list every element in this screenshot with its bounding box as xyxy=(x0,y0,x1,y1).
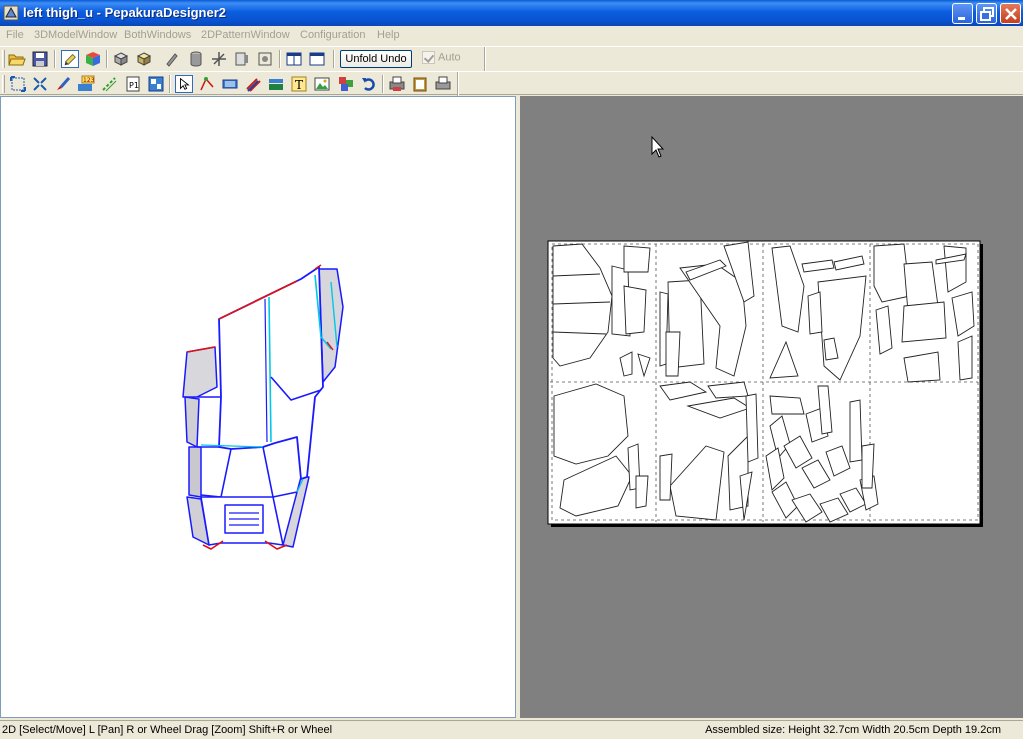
image-icon[interactable] xyxy=(313,75,331,93)
thigh-armor-model[interactable] xyxy=(182,264,344,550)
toolbar-separator xyxy=(333,50,335,68)
toolbar-separator xyxy=(106,50,108,68)
cube-shade-icon[interactable] xyxy=(135,50,153,68)
menu-help[interactable]: Help xyxy=(377,29,400,41)
fit-icon[interactable] xyxy=(9,75,27,93)
printer-icon[interactable] xyxy=(434,75,452,93)
unfold-undo-button[interactable]: Unfold Undo xyxy=(340,50,412,68)
axis-icon[interactable] xyxy=(210,50,228,68)
window-split-icon[interactable] xyxy=(308,50,326,68)
svg-text:P1: P1 xyxy=(129,81,139,90)
3d-model-view[interactable] xyxy=(0,96,516,718)
status-hint: 2D [Select/Move] L [Pan] R or Wheel Drag… xyxy=(2,724,333,736)
cube-flat-icon[interactable] xyxy=(112,50,130,68)
open-icon[interactable] xyxy=(8,50,26,68)
toolbar-separator xyxy=(169,75,171,93)
menu-file[interactable]: File xyxy=(6,29,24,41)
layout-icon[interactable] xyxy=(147,75,165,93)
brush-icon[interactable] xyxy=(54,75,72,93)
pattern-toolbar: 123 P1 T xyxy=(0,71,1023,96)
svg-text:T: T xyxy=(295,78,303,92)
clipboard-icon[interactable] xyxy=(411,75,429,93)
color-cube-icon[interactable] xyxy=(84,50,102,68)
zoom-area-icon[interactable] xyxy=(31,75,49,93)
pepakura-window: left thigh_u - PepakuraDesigner2 File 3D… xyxy=(0,0,1023,739)
number-icon[interactable]: 123 xyxy=(77,75,95,93)
close-button[interactable] xyxy=(1000,3,1021,24)
pepakura-app-icon xyxy=(3,5,19,21)
menu-configuration[interactable]: Configuration xyxy=(300,29,365,41)
page-icon[interactable]: P1 xyxy=(124,75,142,93)
toolbar-end xyxy=(457,72,459,96)
text-icon[interactable]: T xyxy=(290,75,308,93)
toolbar-separator xyxy=(54,50,56,68)
menu-3d-model-window[interactable]: 3DModelWindow xyxy=(34,29,117,41)
svg-text:123: 123 xyxy=(83,77,95,84)
close-icon xyxy=(1005,8,1017,20)
3d-model-canvas[interactable] xyxy=(1,97,515,717)
restore-icon xyxy=(980,7,994,21)
toolbar-grip[interactable] xyxy=(2,50,5,68)
window-single-icon[interactable] xyxy=(285,50,303,68)
minimize-button[interactable] xyxy=(952,3,973,24)
target-icon[interactable] xyxy=(256,50,274,68)
menu-both-windows[interactable]: BothWindows xyxy=(124,29,191,41)
flap-icon[interactable] xyxy=(221,75,239,93)
diag-lines-icon[interactable] xyxy=(244,75,262,93)
mouse-cursor-icon xyxy=(651,135,665,158)
auto-checkbox[interactable]: Auto xyxy=(422,51,461,67)
auto-checkbox-box[interactable] xyxy=(422,51,435,64)
assembled-size-readout: Assembled size: Height 32.7cm Width 20.5… xyxy=(705,724,1001,736)
menu-2d-pattern-window[interactable]: 2DPatternWindow xyxy=(201,29,290,41)
save-icon[interactable] xyxy=(31,50,49,68)
status-bar: 2D [Select/Move] L [Pan] R or Wheel Drag… xyxy=(0,720,1023,739)
menu-bar: File 3DModelWindow BothWindows 2DPattern… xyxy=(0,26,1023,45)
toolbar-end xyxy=(484,47,486,71)
undo-icon[interactable] xyxy=(360,75,378,93)
toolbar-separator xyxy=(279,50,281,68)
minimize-icon xyxy=(958,17,965,20)
edge-line-icon[interactable] xyxy=(100,75,118,93)
cylinder-icon[interactable] xyxy=(187,50,205,68)
restore-button[interactable] xyxy=(976,3,997,24)
texture-icon[interactable] xyxy=(233,50,251,68)
window-title: left thigh_u - PepakuraDesigner2 xyxy=(23,5,226,20)
rotate-icon[interactable] xyxy=(267,75,285,93)
pencil-icon[interactable] xyxy=(163,50,181,68)
parts-icon[interactable] xyxy=(337,75,355,93)
2d-pattern-view[interactable] xyxy=(520,96,1023,718)
printer-a-icon[interactable] xyxy=(388,75,406,93)
select-arrow-icon[interactable] xyxy=(175,75,193,93)
main-toolbar: Unfold Undo Auto xyxy=(0,46,1023,71)
toolbar-separator xyxy=(382,75,384,93)
join-edge-icon[interactable] xyxy=(198,75,216,93)
auto-label: Auto xyxy=(438,51,461,64)
title-bar[interactable]: left thigh_u - PepakuraDesigner2 xyxy=(0,0,1023,26)
select-3d-icon[interactable] xyxy=(61,50,79,68)
2d-pattern-canvas[interactable] xyxy=(520,96,1023,718)
toolbar-grip[interactable] xyxy=(2,75,5,93)
